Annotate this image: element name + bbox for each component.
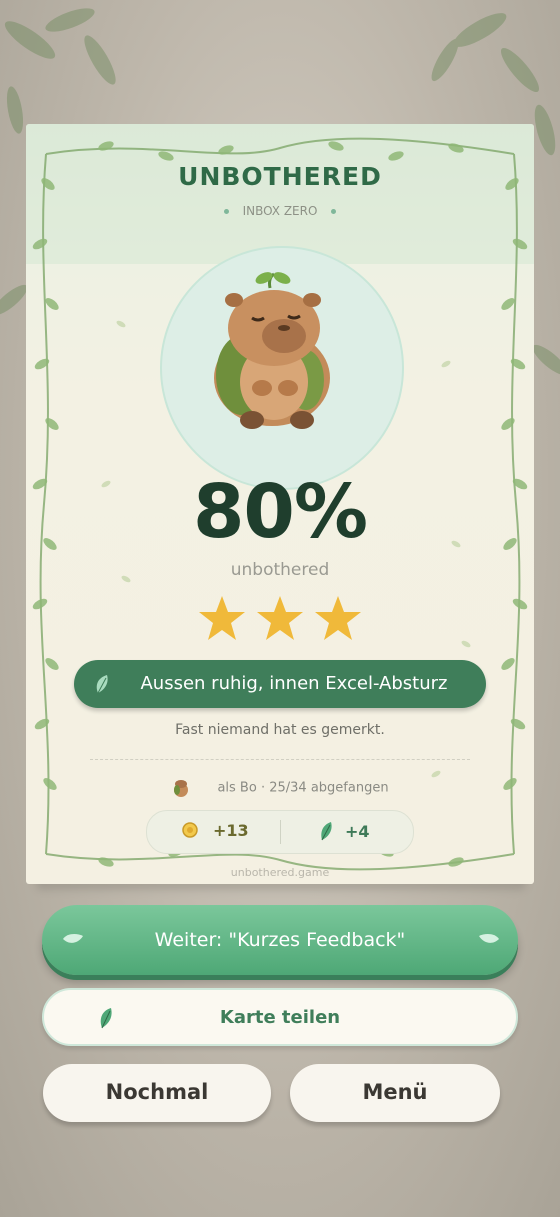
score-label: unbothered (230, 560, 330, 580)
score-percent: 80% (192, 469, 368, 555)
leaf-icon (479, 934, 499, 943)
player-name: als Bo (217, 780, 257, 796)
card-body: UNBOTHERED INBOX ZERO 80% unbothered Aus… (26, 124, 534, 884)
coin-reward: +13 (181, 821, 249, 840)
player-info: als Bo · 25/34 abgefangen (26, 778, 534, 798)
star-icon (199, 596, 245, 640)
menu-button[interactable]: Menü (290, 1064, 500, 1122)
star-icon (257, 596, 303, 640)
verdict-banner: Aussen ruhig, innen Excel-Absturz (74, 660, 486, 708)
dot-icon (223, 209, 229, 214)
dot-icon (331, 209, 337, 214)
separator-dot: · (260, 780, 266, 796)
watermark: unbothered.game (230, 866, 330, 879)
share-card-label: Karte teilen (219, 1007, 341, 1028)
continue-button[interactable]: Weiter: "Kurzes Feedback" (42, 905, 518, 975)
leaf-amount: +4 (345, 822, 370, 841)
verdict-text: Aussen ruhig, innen Excel-Absturz (140, 673, 448, 694)
capybara-mini-icon (174, 780, 189, 797)
leaf-reward: +4 (319, 821, 370, 841)
divider (90, 759, 470, 760)
rewards-pill: +13 +4 (146, 810, 414, 854)
card-subtitle: INBOX ZERO (242, 204, 318, 218)
continue-button-label: Weiter: "Kurzes Feedback" (154, 929, 406, 951)
result-card: UNBOTHERED INBOX ZERO 80% unbothered Aus… (26, 124, 534, 890)
caught-count: 25/34 abgefangen (269, 780, 389, 796)
play-again-label: Nochmal (105, 1080, 209, 1104)
leaf-icon (321, 822, 332, 841)
card-title: UNBOTHERED (178, 162, 382, 191)
capybara-avatar-icon (214, 272, 330, 429)
star-icon (315, 596, 361, 640)
verdict-description: Fast niemand hat es gemerkt. (175, 722, 385, 738)
star-rating (26, 594, 534, 648)
menu-label: Menü (362, 1080, 428, 1104)
play-again-button[interactable]: Nochmal (43, 1064, 271, 1122)
leaf-icon (96, 675, 108, 694)
reward-separator (280, 820, 281, 844)
card-subtitle-row: INBOX ZERO (26, 204, 534, 218)
share-card-button[interactable]: Karte teilen (42, 988, 518, 1046)
coin-icon (182, 822, 198, 838)
coin-amount: +13 (213, 821, 249, 840)
